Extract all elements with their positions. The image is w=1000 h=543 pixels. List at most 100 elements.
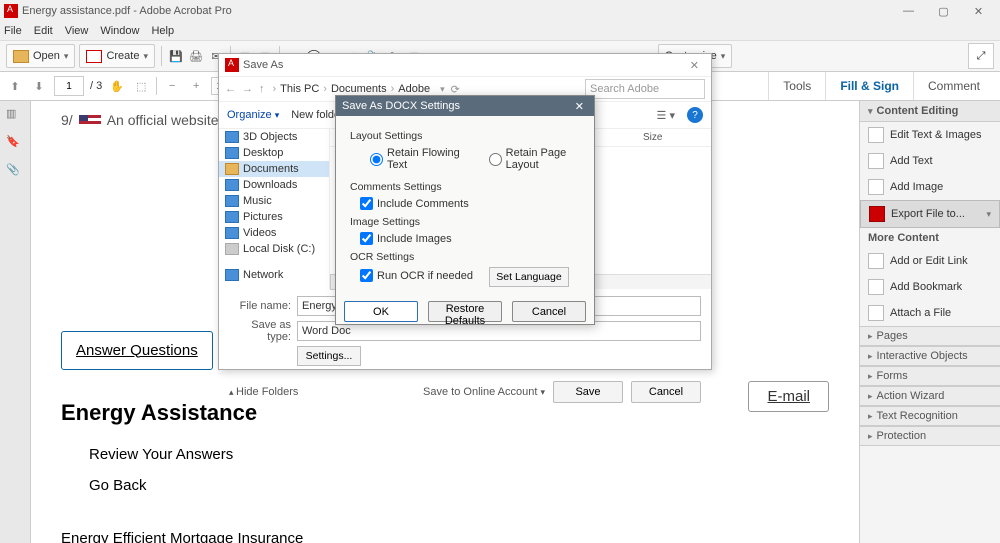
acrobat-icon: [225, 58, 239, 72]
tree-3dobjects[interactable]: 3D Objects: [219, 129, 329, 145]
attachments-icon[interactable]: 📎: [6, 163, 24, 181]
hide-folders-button[interactable]: Hide Folders: [229, 386, 298, 398]
section-text-recognition[interactable]: Text Recognition: [860, 406, 1000, 426]
save-as-close-button[interactable]: ✕: [684, 59, 705, 72]
create-icon: [86, 50, 102, 63]
thumbnails-icon[interactable]: ▥: [6, 107, 24, 125]
docx-ok-button[interactable]: OK: [344, 301, 418, 322]
section-forms[interactable]: Forms: [860, 366, 1000, 386]
page-up-button[interactable]: ⬆: [6, 77, 24, 95]
save-icon[interactable]: 💾: [168, 48, 184, 64]
docx-restore-button[interactable]: Restore Defaults: [428, 301, 502, 322]
save-as-title: Save As: [243, 59, 283, 71]
menu-file[interactable]: File: [4, 25, 22, 37]
help-button[interactable]: ?: [687, 107, 703, 123]
crumb-documents[interactable]: Documents: [331, 83, 387, 95]
expand-button[interactable]: ⤢: [968, 43, 994, 69]
attach-file[interactable]: Attach a File: [860, 300, 1000, 326]
retain-flowing-radio[interactable]: Retain Flowing Text: [370, 147, 461, 171]
crumb-thispc[interactable]: This PC: [280, 83, 319, 95]
addimage-icon: [868, 179, 884, 195]
menu-view[interactable]: View: [65, 25, 89, 37]
tab-comment[interactable]: Comment: [913, 72, 994, 100]
add-bookmark[interactable]: Add Bookmark: [860, 274, 1000, 300]
docx-close-button[interactable]: ✕: [571, 100, 588, 113]
content-editing-header[interactable]: Content Editing: [860, 101, 1000, 122]
email-button[interactable]: E-mail: [748, 381, 829, 412]
link-icon: [868, 253, 884, 269]
set-language-button[interactable]: Set Language: [489, 267, 569, 287]
menu-edit[interactable]: Edit: [34, 25, 53, 37]
run-ocr-checkbox[interactable]: Run OCR if needed: [360, 269, 473, 282]
add-image[interactable]: Add Image: [860, 174, 1000, 200]
select-tool-icon[interactable]: ⬚: [132, 77, 150, 95]
search-input[interactable]: Search Adobe: [585, 79, 705, 99]
nav-fwd-button[interactable]: →: [242, 83, 253, 95]
tree-downloads[interactable]: Downloads: [219, 177, 329, 193]
section-action-wizard[interactable]: Action Wizard: [860, 386, 1000, 406]
tab-tools[interactable]: Tools: [768, 72, 825, 100]
tree-documents[interactable]: Documents: [219, 161, 329, 177]
docx-cancel-button[interactable]: Cancel: [512, 301, 586, 322]
nav-back-button[interactable]: ←: [225, 83, 236, 95]
save-online-button[interactable]: Save to Online Account ▾: [423, 386, 545, 398]
organize-button[interactable]: Organize ▾: [227, 109, 279, 121]
export-file-to[interactable]: Export File to...▾: [860, 200, 1000, 228]
open-button[interactable]: Open▾: [6, 44, 75, 68]
left-nav-strip: ▥ 🔖 📎: [0, 101, 31, 543]
add-edit-link[interactable]: Add or Edit Link: [860, 248, 1000, 274]
eemip-link[interactable]: Energy Efficient Mortgage Insurance: [61, 528, 851, 543]
review-answers-text: Review Your Answers: [89, 444, 851, 465]
view-options-button[interactable]: ☰ ▾: [657, 109, 675, 122]
tree-videos[interactable]: Videos: [219, 225, 329, 241]
edit-icon: [868, 127, 884, 143]
window-maximize-button[interactable]: ▢: [926, 0, 961, 22]
page-down-button[interactable]: ⬇: [30, 77, 48, 95]
window-title: Energy assistance.pdf - Adobe Acrobat Pr…: [22, 5, 232, 17]
ocr-settings-label: OCR Settings: [350, 251, 580, 263]
page-number-input[interactable]: [54, 76, 84, 96]
tree-music[interactable]: Music: [219, 193, 329, 209]
window-minimize-button[interactable]: —: [891, 0, 926, 22]
zoom-in-button[interactable]: +: [187, 77, 205, 95]
breadcrumb: ›This PC ›Documents ›Adobe: [271, 83, 431, 95]
refresh-button[interactable]: ⟳: [451, 83, 460, 96]
tree-desktop[interactable]: Desktop: [219, 145, 329, 161]
hand-tool-icon[interactable]: ✋: [108, 77, 126, 95]
zoom-out-button[interactable]: −: [163, 77, 181, 95]
bookmarks-icon[interactable]: 🔖: [6, 135, 24, 153]
col-size[interactable]: Size: [635, 129, 711, 146]
export-icon: [869, 206, 885, 222]
section-interactive-objects[interactable]: Interactive Objects: [860, 346, 1000, 366]
savetype-label: Save as type:: [229, 319, 291, 343]
section-protection[interactable]: Protection: [860, 426, 1000, 446]
window-titlebar: Energy assistance.pdf - Adobe Acrobat Pr…: [0, 0, 1000, 22]
crumb-adobe[interactable]: Adobe: [398, 83, 430, 95]
retain-page-radio[interactable]: Retain Page Layout: [489, 147, 580, 171]
folder-tree: 3D Objects Desktop Documents Downloads M…: [219, 129, 330, 289]
menu-help[interactable]: Help: [151, 25, 174, 37]
edit-text-images[interactable]: Edit Text & Images: [860, 122, 1000, 148]
answer-questions-button[interactable]: Answer Questions: [61, 331, 213, 370]
go-back-text: Go Back: [89, 475, 851, 496]
menu-window[interactable]: Window: [100, 25, 139, 37]
tree-localdisk[interactable]: Local Disk (C:): [219, 241, 329, 257]
tab-fill-sign[interactable]: Fill & Sign: [825, 72, 913, 100]
create-button[interactable]: Create▾: [79, 44, 155, 68]
save-button[interactable]: Save: [553, 381, 623, 403]
image-settings-label: Image Settings: [350, 216, 580, 228]
settings-button[interactable]: Settings...: [297, 346, 361, 366]
print-icon[interactable]: 🖨: [188, 48, 204, 64]
acrobat-icon: [4, 4, 18, 18]
tree-pictures[interactable]: Pictures: [219, 209, 329, 225]
cancel-button[interactable]: Cancel: [631, 381, 701, 403]
include-comments-checkbox[interactable]: Include Comments: [360, 197, 580, 210]
include-images-checkbox[interactable]: Include Images: [360, 232, 580, 245]
add-text[interactable]: Add Text: [860, 148, 1000, 174]
section-pages[interactable]: Pages: [860, 326, 1000, 346]
tree-network[interactable]: Network: [219, 267, 329, 283]
layout-settings-label: Layout Settings: [350, 130, 580, 142]
window-close-button[interactable]: ✕: [961, 0, 996, 22]
nav-up-button[interactable]: ↑: [259, 83, 265, 95]
filename-label: File name:: [229, 300, 291, 312]
